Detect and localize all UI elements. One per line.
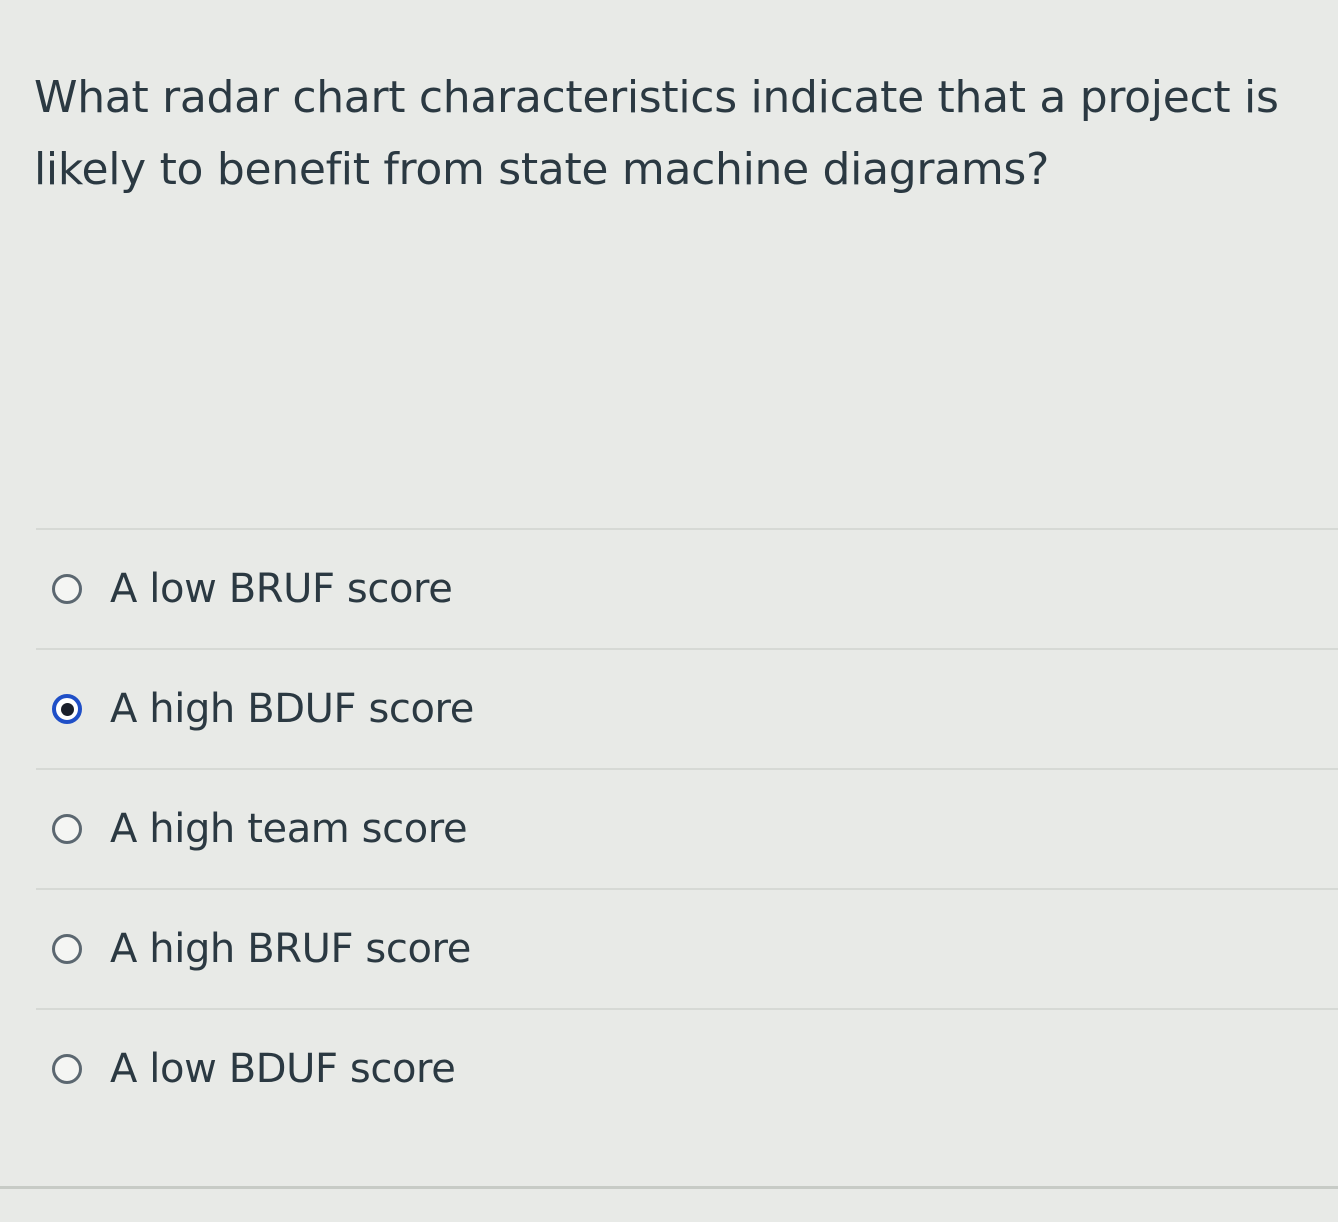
answer-option-1[interactable]: A low BRUF score bbox=[36, 528, 1338, 648]
answer-option-2[interactable]: A high BDUF score bbox=[36, 648, 1338, 768]
answer-label: A high BDUF score bbox=[110, 686, 474, 732]
answer-label: A high team score bbox=[110, 806, 468, 852]
question-text: What radar chart characteristics indicat… bbox=[34, 72, 1279, 195]
answer-label: A low BDUF score bbox=[110, 1046, 456, 1092]
answer-option-3[interactable]: A high team score bbox=[36, 768, 1338, 888]
radio-button-unchecked-icon[interactable] bbox=[52, 814, 82, 844]
answer-list: A low BRUF score A high BDUF score A hig… bbox=[36, 528, 1338, 1128]
answer-option-5[interactable]: A low BDUF score bbox=[36, 1008, 1338, 1128]
radio-button-unchecked-icon[interactable] bbox=[52, 574, 82, 604]
radio-button-checked-icon[interactable] bbox=[52, 694, 82, 724]
radio-button-unchecked-icon[interactable] bbox=[52, 934, 82, 964]
quiz-question-panel: What radar chart characteristics indicat… bbox=[0, 0, 1338, 1222]
answer-label: A low BRUF score bbox=[110, 566, 453, 612]
divider bbox=[0, 1186, 1338, 1189]
answer-label: A high BRUF score bbox=[110, 926, 471, 972]
answer-option-4[interactable]: A high BRUF score bbox=[36, 888, 1338, 1008]
radio-button-unchecked-icon[interactable] bbox=[52, 1054, 82, 1084]
